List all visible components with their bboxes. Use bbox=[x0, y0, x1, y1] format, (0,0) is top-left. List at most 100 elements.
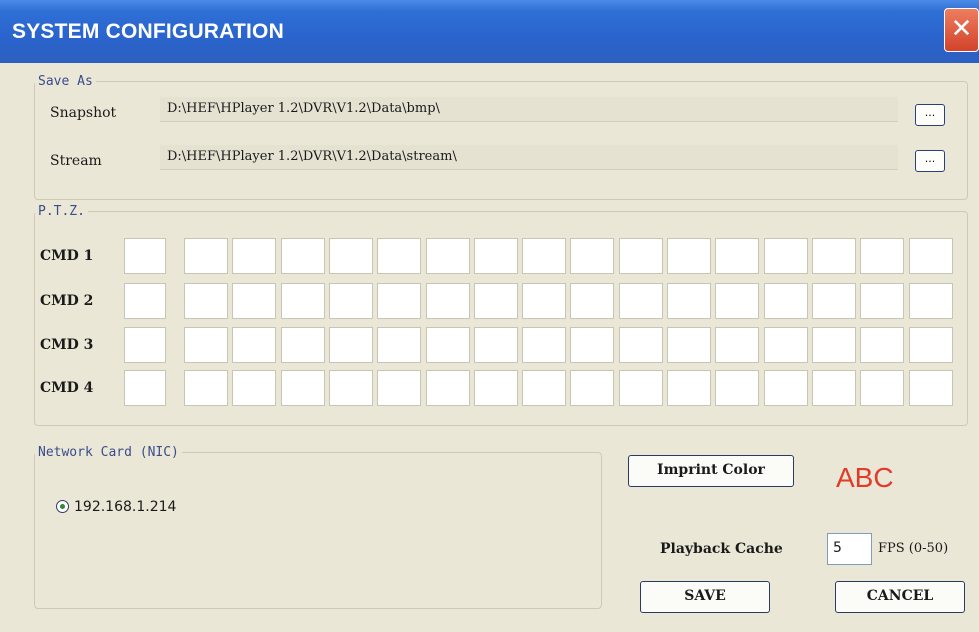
ptz-command-label: CMD 3 bbox=[40, 337, 94, 353]
ptz-command-cell[interactable] bbox=[570, 327, 615, 363]
stream-browse-button[interactable]: ... bbox=[915, 150, 945, 172]
save-as-legend: Save As bbox=[38, 74, 93, 89]
ptz-command-row: CMD 4 bbox=[40, 370, 960, 408]
ptz-command-cell[interactable] bbox=[232, 283, 277, 319]
ptz-command-cell[interactable] bbox=[425, 283, 470, 319]
ptz-command-cell[interactable] bbox=[124, 283, 166, 319]
ptz-command-cell[interactable] bbox=[280, 238, 325, 274]
ptz-command-cell[interactable] bbox=[377, 238, 422, 274]
ptz-command-cell[interactable] bbox=[763, 370, 808, 406]
stream-path-value: D:\HEF\HPlayer 1.2\DVR\V1.2\Data\stream\ bbox=[167, 149, 457, 164]
ptz-command-cell[interactable] bbox=[763, 283, 808, 319]
ptz-command-label: CMD 4 bbox=[40, 380, 94, 396]
ptz-command-cell[interactable] bbox=[124, 238, 166, 274]
ptz-command-cell[interactable] bbox=[328, 283, 373, 319]
ptz-command-cell[interactable] bbox=[908, 238, 953, 274]
nic-ip-label: 192.168.1.214 bbox=[74, 499, 177, 515]
ptz-command-cell[interactable] bbox=[908, 327, 953, 363]
imprint-color-button[interactable]: Imprint Color bbox=[628, 455, 794, 487]
network-card-group: Network Card (NIC) bbox=[34, 445, 602, 609]
imprint-color-sample: ABC bbox=[836, 462, 894, 493]
ptz-command-cell[interactable] bbox=[618, 370, 663, 406]
playback-cache-input[interactable]: 5 bbox=[827, 533, 872, 565]
close-button[interactable]: ✕ bbox=[944, 8, 979, 52]
ptz-command-label: CMD 1 bbox=[40, 248, 94, 264]
ptz-command-cell[interactable] bbox=[184, 327, 228, 363]
ptz-command-cell[interactable] bbox=[908, 370, 953, 406]
ptz-command-cell[interactable] bbox=[570, 283, 615, 319]
fps-range-label: FPS (0-50) bbox=[878, 541, 949, 556]
ptz-command-cell[interactable] bbox=[763, 327, 808, 363]
ptz-command-cell[interactable] bbox=[667, 327, 711, 363]
ptz-command-cell[interactable] bbox=[522, 238, 567, 274]
snapshot-browse-button[interactable]: ... bbox=[915, 104, 945, 126]
ptz-command-cell[interactable] bbox=[377, 283, 422, 319]
radio-selected-dot bbox=[60, 504, 65, 509]
ptz-command-cell[interactable] bbox=[184, 283, 228, 319]
ptz-command-cell[interactable] bbox=[763, 238, 808, 274]
ptz-command-cell[interactable] bbox=[377, 370, 422, 406]
cancel-button[interactable]: CANCEL bbox=[835, 581, 965, 613]
ptz-command-cell[interactable] bbox=[473, 327, 518, 363]
ptz-command-cell[interactable] bbox=[570, 238, 615, 274]
ptz-command-cell[interactable] bbox=[328, 238, 373, 274]
ptz-command-cell[interactable] bbox=[667, 283, 711, 319]
ptz-command-cell[interactable] bbox=[715, 327, 760, 363]
ptz-command-cell[interactable] bbox=[522, 327, 567, 363]
ptz-command-cell[interactable] bbox=[667, 370, 711, 406]
ptz-command-cell[interactable] bbox=[473, 370, 518, 406]
ptz-command-cell[interactable] bbox=[328, 327, 373, 363]
ptz-command-cell[interactable] bbox=[715, 238, 760, 274]
ptz-command-cell[interactable] bbox=[811, 370, 856, 406]
ptz-command-cell[interactable] bbox=[425, 238, 470, 274]
close-icon: ✕ bbox=[950, 14, 973, 44]
ptz-command-cell[interactable] bbox=[425, 327, 470, 363]
ptz-command-cell[interactable] bbox=[860, 370, 905, 406]
ptz-command-cell[interactable] bbox=[280, 370, 325, 406]
ptz-command-cell[interactable] bbox=[618, 327, 663, 363]
ptz-command-cell[interactable] bbox=[860, 238, 905, 274]
ptz-command-cell[interactable] bbox=[280, 327, 325, 363]
playback-cache-label: Playback Cache bbox=[660, 541, 783, 557]
title-bar: SYSTEM CONFIGURATION ✕ bbox=[0, 0, 979, 63]
snapshot-path-value: D:\HEF\HPlayer 1.2\DVR\V1.2\Data\bmp\ bbox=[167, 101, 440, 116]
nic-radio-button[interactable] bbox=[56, 500, 69, 513]
ptz-command-row: CMD 2 bbox=[40, 283, 960, 321]
ptz-command-cell[interactable] bbox=[908, 283, 953, 319]
ptz-command-cell[interactable] bbox=[280, 283, 325, 319]
ptz-command-cell[interactable] bbox=[124, 370, 166, 406]
ptz-command-cell[interactable] bbox=[522, 370, 567, 406]
ptz-command-cell[interactable] bbox=[328, 370, 373, 406]
ptz-command-cell[interactable] bbox=[860, 327, 905, 363]
ptz-command-row: CMD 3 bbox=[40, 327, 960, 365]
ptz-command-cell[interactable] bbox=[570, 370, 615, 406]
ptz-command-cell[interactable] bbox=[618, 238, 663, 274]
ptz-command-cell[interactable] bbox=[184, 370, 228, 406]
window-title: SYSTEM CONFIGURATION bbox=[12, 20, 284, 43]
ptz-command-cell[interactable] bbox=[811, 283, 856, 319]
ptz-command-cell[interactable] bbox=[860, 283, 905, 319]
ptz-legend: P.T.Z. bbox=[38, 204, 85, 219]
ptz-command-cell[interactable] bbox=[618, 283, 663, 319]
ptz-command-cell[interactable] bbox=[473, 283, 518, 319]
ptz-command-cell[interactable] bbox=[811, 238, 856, 274]
snapshot-label: Snapshot bbox=[50, 105, 117, 121]
save-button[interactable]: SAVE bbox=[640, 581, 770, 613]
stream-label: Stream bbox=[50, 153, 102, 169]
ptz-command-cell[interactable] bbox=[425, 370, 470, 406]
ptz-command-cell[interactable] bbox=[715, 370, 760, 406]
ptz-command-cell[interactable] bbox=[232, 327, 277, 363]
network-card-legend: Network Card (NIC) bbox=[38, 445, 179, 460]
ptz-command-cell[interactable] bbox=[811, 327, 856, 363]
ptz-command-row: CMD 1 bbox=[40, 238, 960, 276]
ptz-command-cell[interactable] bbox=[124, 327, 166, 363]
ptz-command-cell[interactable] bbox=[377, 327, 422, 363]
ptz-command-cell[interactable] bbox=[715, 283, 760, 319]
ptz-command-cell[interactable] bbox=[232, 370, 277, 406]
save-as-group: Save As bbox=[34, 74, 968, 200]
ptz-command-cell[interactable] bbox=[232, 238, 277, 274]
ptz-command-cell[interactable] bbox=[522, 283, 567, 319]
ptz-command-cell[interactable] bbox=[184, 238, 228, 274]
ptz-command-cell[interactable] bbox=[473, 238, 518, 274]
ptz-command-cell[interactable] bbox=[667, 238, 711, 274]
